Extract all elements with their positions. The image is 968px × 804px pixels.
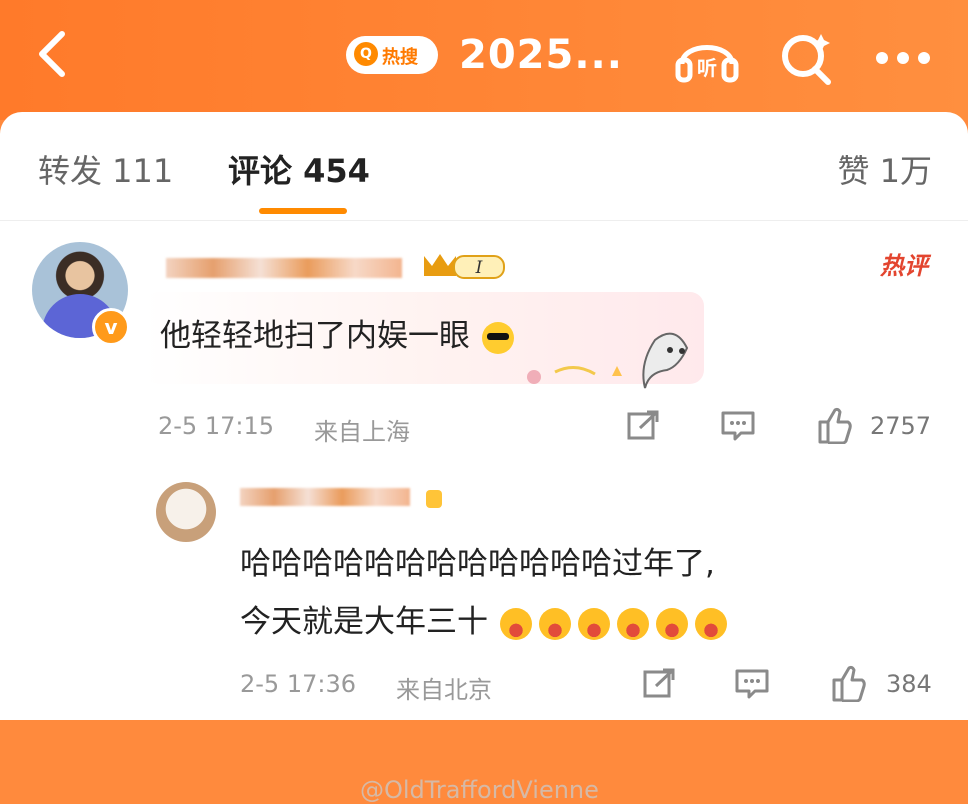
like-count: 384: [886, 670, 932, 698]
share-icon[interactable]: [624, 408, 662, 442]
reply-text-line: 今天就是大年三十: [240, 596, 732, 641]
tab-like[interactable]: 赞 1万: [837, 146, 932, 192]
comment-panel: 转发 111 评论 454 赞 1万 v I 热评 他轻轻地扫了内娱一眼 2-5…: [0, 112, 968, 804]
search-q-icon: Q: [354, 42, 378, 66]
top-bar: Q 热搜 2025... 听: [0, 0, 968, 120]
reply-time: 2-5 17:36: [240, 670, 356, 698]
laugh-emoji-icon: [499, 607, 532, 640]
comment-time: 2-5 17:15: [158, 412, 274, 440]
comment-icon[interactable]: [732, 666, 772, 700]
avatar[interactable]: [156, 482, 216, 542]
back-arrow-icon[interactable]: [32, 28, 72, 80]
laugh-emoji-icon: [616, 607, 649, 640]
cat-sticker-icon: [527, 332, 689, 389]
comment-location: 来自上海: [314, 418, 410, 446]
headphones-icon[interactable]: 听: [672, 30, 742, 86]
tab-repost[interactable]: 转发 111: [38, 146, 173, 192]
laugh-emoji-icon: [538, 607, 571, 640]
blurred-username: [240, 488, 410, 506]
page-title: 2025...: [459, 32, 623, 78]
more-options-icon[interactable]: [874, 50, 932, 66]
thumbs-up-icon[interactable]: [826, 662, 868, 702]
comment-text-value: 他轻轻地扫了内娱一眼: [160, 318, 470, 354]
tab-comment[interactable]: 评论 454: [228, 146, 370, 192]
hot-search-label: 热搜: [382, 47, 418, 68]
reply-text-value: 今天就是大年三十: [240, 604, 488, 640]
reply-location: 来自北京: [396, 676, 492, 704]
hot-search-badge[interactable]: Q 热搜: [346, 36, 438, 74]
laugh-emoji-icon: [577, 607, 610, 640]
reply-text-line: 哈哈哈哈哈哈哈哈哈哈哈哈过年了,: [240, 546, 715, 582]
verified-badge-icon: v: [92, 308, 130, 346]
detail-tabs: 转发 111 评论 454 赞 1万: [0, 112, 968, 221]
share-icon[interactable]: [640, 666, 678, 700]
active-tab-indicator: [259, 208, 347, 214]
fan-level-badge: I: [424, 254, 505, 279]
comment-text: 他轻轻地扫了内娱一眼: [160, 310, 514, 355]
listen-label: 听: [697, 56, 717, 80]
comment-icon[interactable]: [718, 408, 758, 442]
discover-search-icon[interactable]: [778, 30, 836, 86]
watermark: @OldTraffordVienne: [360, 776, 599, 804]
thumbs-up-icon[interactable]: [812, 404, 854, 444]
laugh-emoji-icon: [655, 607, 688, 640]
fan-level-text: I: [475, 258, 483, 278]
cool-face-icon: [481, 321, 514, 354]
badge-icon: [426, 490, 442, 508]
blurred-username: [166, 258, 402, 278]
hot-comment-tag: 热评: [880, 252, 928, 280]
laugh-emoji-icon: [694, 607, 727, 640]
like-count: 2757: [870, 412, 932, 440]
